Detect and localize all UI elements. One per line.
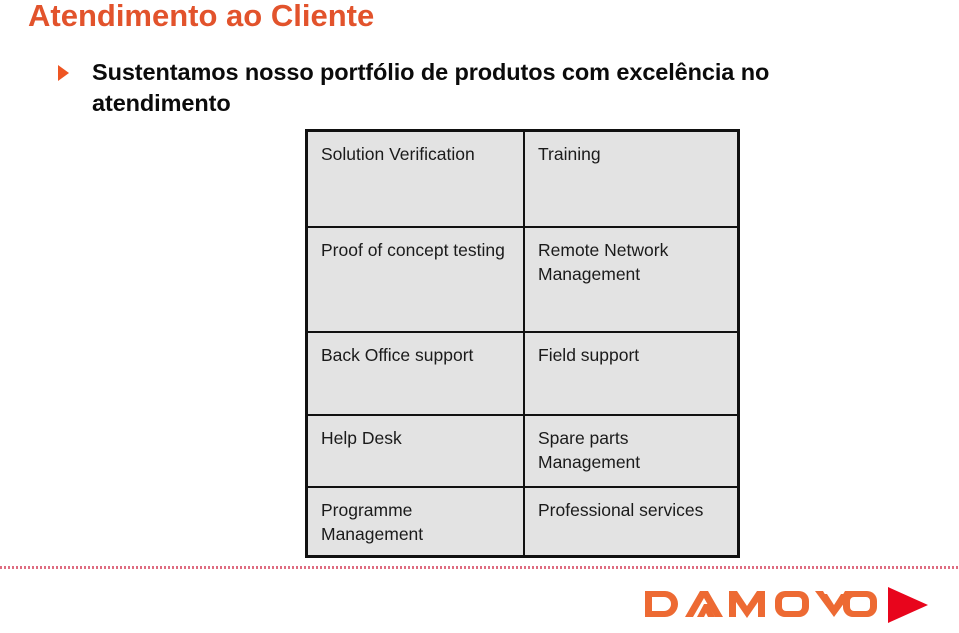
- table-cell-service: Professional services: [525, 488, 737, 555]
- damovo-triangle-icon: [888, 587, 928, 623]
- table-cell-service: Field support: [525, 333, 737, 414]
- table-cell-service: Remote Network Management: [525, 228, 737, 331]
- damovo-wordmark-icon: [645, 591, 877, 618]
- table-row: Help Desk Spare parts Management: [308, 416, 737, 488]
- table-cell-service: Back Office support: [308, 333, 525, 414]
- table-row: Proof of concept testing Remote Network …: [308, 228, 737, 333]
- bullet-item-label: Sustentamos nosso portfólio de produtos …: [92, 59, 770, 116]
- table-cell-service: Programme Management: [308, 488, 525, 555]
- table-cell-service: Spare parts Management: [525, 416, 737, 486]
- table-row: Solution Verification Training: [308, 132, 737, 228]
- footer-divider: [0, 566, 959, 569]
- services-table: Solution Verification Training Proof of …: [305, 129, 740, 558]
- triangle-bullet-icon: [55, 63, 73, 85]
- page-title: Atendimento ao Cliente: [28, 0, 375, 33]
- table-cell-service: Solution Verification: [308, 132, 525, 226]
- bullet-item: Sustentamos nosso portfólio de produtos …: [55, 57, 905, 119]
- table-cell-service: Proof of concept testing: [308, 228, 525, 331]
- table-cell-service: Training: [525, 132, 737, 226]
- table-row: Programme Management Professional servic…: [308, 488, 737, 555]
- table-row: Back Office support Field support: [308, 333, 737, 416]
- damovo-logo: [645, 583, 945, 627]
- table-cell-service: Help Desk: [308, 416, 525, 486]
